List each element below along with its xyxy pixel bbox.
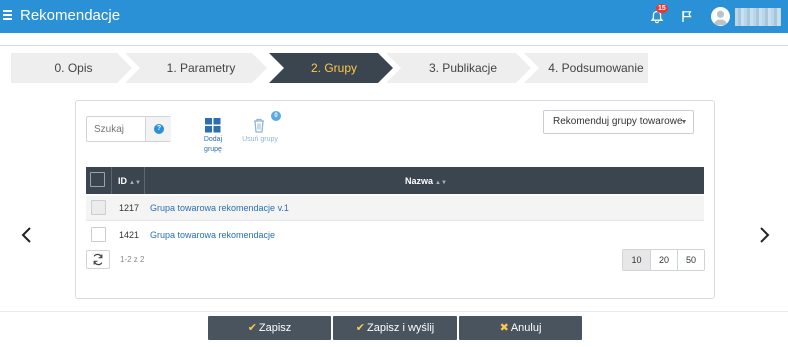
row-id: 1421 [119, 230, 140, 240]
row-name-link[interactable]: Grupa towarowa rekomendacje v.1 [150, 203, 289, 213]
trash-icon[interactable] [251, 117, 267, 134]
pager-info: 1-2 z 2 [120, 255, 145, 264]
page-size-20[interactable]: 20 [650, 250, 677, 270]
add-group-icon[interactable] [200, 117, 226, 134]
footer-divider [0, 311, 788, 312]
step-opis[interactable]: 0. Opis [26, 53, 121, 83]
chevron-down-icon [682, 120, 686, 124]
save-and-send-button[interactable]: ✔ Zapisz i wyślij [333, 316, 457, 340]
check-icon: ✔ [355, 322, 365, 334]
search-help-button[interactable]: ? [145, 117, 171, 141]
sort-icon: ▲▼ [129, 180, 141, 186]
table-row[interactable]: 1217 Grupa towarowa rekomendacje v.1 [86, 196, 704, 220]
recommend-type-value: Rekomenduj grupy towarowe [553, 116, 683, 127]
previous-arrow-icon[interactable] [20, 226, 34, 244]
step-podsumowanie[interactable]: 4. Podsumowanie [540, 53, 652, 83]
add-group-button[interactable]: Dodaj grupę [197, 135, 229, 155]
row-id: 1217 [119, 203, 140, 213]
check-icon: ✔ [247, 322, 257, 334]
delete-groups-button[interactable]: Usuń grupy [240, 136, 280, 143]
step-grupy[interactable]: 2. Grupy [287, 53, 381, 83]
table-row[interactable]: 1421 Grupa towarowa rekomendacje [86, 223, 704, 247]
step-publikacje[interactable]: 3. Publikacje [404, 53, 522, 83]
refresh-icon [93, 253, 103, 266]
cancel-button[interactable]: ✖ Anuluj [459, 316, 582, 340]
page-size-10[interactable]: 10 [623, 250, 650, 270]
select-all-checkbox[interactable] [90, 172, 105, 187]
sort-icon: ▲▼ [435, 180, 447, 186]
page-size-group: 10 20 50 [622, 249, 705, 271]
delete-count-badge: 0 [271, 111, 281, 121]
save-button-label: Zapisz [258, 322, 292, 334]
refresh-button[interactable] [86, 250, 110, 269]
search-input[interactable] [87, 117, 145, 141]
step-parametry[interactable]: 1. Parametry [142, 53, 260, 83]
column-header-id[interactable]: ID ▲▼ [118, 176, 141, 186]
column-header-id-label: ID [118, 176, 127, 186]
next-arrow-icon[interactable] [757, 226, 771, 244]
column-header-name-label: Nazwa [405, 176, 434, 186]
table-header: ID ▲▼ Nazwa ▲▼ [86, 167, 704, 194]
column-divider [144, 167, 145, 194]
row-name-link[interactable]: Grupa towarowa rekomendacje [150, 230, 275, 240]
row-checkbox[interactable] [91, 200, 106, 215]
column-header-name[interactable]: Nazwa ▲▼ [405, 176, 447, 186]
close-icon: ✖ [499, 322, 509, 334]
column-divider [111, 167, 112, 194]
help-icon: ? [154, 124, 164, 134]
page-size-50[interactable]: 50 [677, 250, 704, 270]
wizard-steps [11, 53, 648, 83]
search-box: ? [86, 116, 171, 142]
save-button[interactable]: ✔ Zapisz [208, 316, 331, 340]
cancel-button-label: Anuluj [510, 322, 542, 334]
save-and-send-button-label: Zapisz i wyślij [366, 322, 435, 334]
row-checkbox[interactable] [91, 227, 106, 242]
recommend-type-select[interactable]: Rekomenduj grupy towarowe [543, 110, 694, 134]
row-divider [86, 220, 704, 221]
